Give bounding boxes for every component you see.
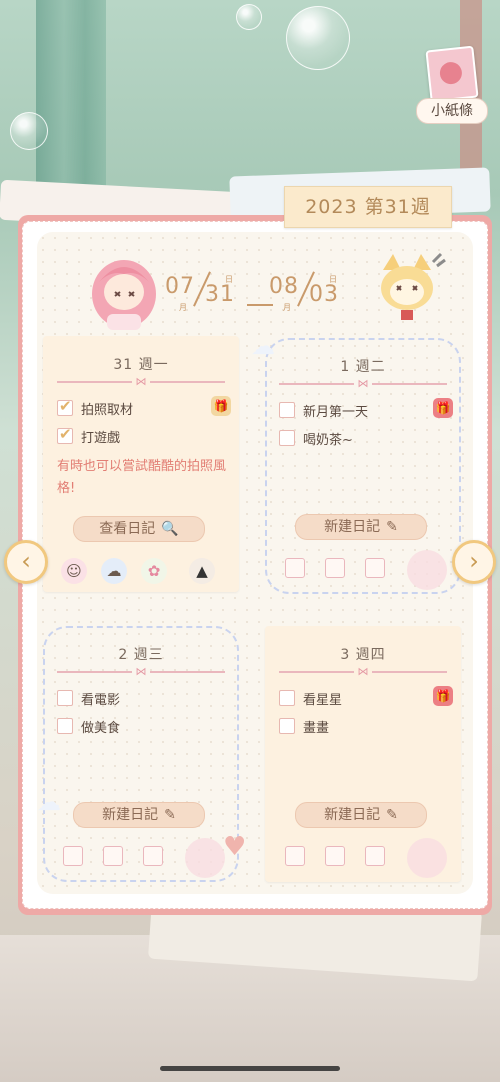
new-diary-button[interactable]: 新建日記 ✎ (295, 514, 427, 540)
photo-slot[interactable] (185, 838, 225, 878)
new-diary-button[interactable]: 新建日記 ✎ (295, 802, 427, 828)
edit-icon: ✎ (386, 807, 398, 823)
edit-icon: ✎ (386, 519, 398, 535)
task-text: 打遊戲 (81, 431, 121, 446)
task-checkbox[interactable] (279, 718, 295, 734)
end-month: 08 (269, 274, 299, 299)
heart-icon: ♥ (223, 832, 247, 862)
bow-divider: ⋈ (57, 376, 225, 388)
smiley-sticker-icon: ☺ (61, 558, 87, 584)
sticker-slot[interactable] (285, 558, 305, 578)
photo-slot[interactable] (407, 838, 447, 878)
search-icon: 🔍 (161, 521, 179, 537)
cloud-icon: ☁ (251, 332, 275, 360)
rain-cloud-sticker-icon: ☁ (101, 558, 127, 584)
note-widget-button[interactable]: 小紙條 (414, 45, 488, 124)
task-text: 喝奶茶~ (303, 433, 353, 448)
edit-icon: ✎ (164, 807, 176, 823)
new-diary-button[interactable]: 新建日記 ✎ (73, 802, 205, 828)
day-card-wednesday[interactable]: 2 週三 ⋈ 看電影 做美食 新建日記 ✎ (43, 626, 239, 882)
task-checkbox[interactable]: ✔ (57, 425, 73, 444)
bow-divider: ⋈ (279, 378, 447, 390)
task-text: 畫畫 (303, 721, 330, 736)
task-checkbox[interactable] (279, 690, 295, 706)
sticker-slot[interactable] (365, 558, 385, 578)
day-card-tuesday[interactable]: 1 週二 ⋈ 🎁 新月第一天 喝奶茶~ 新建日記 ✎ (265, 338, 461, 594)
weekly-planner-card: 07 月 日 31 08 月 日 03 31 週一 ⋈ 🎁 ✔ 拍照取材 ✔ 打… (18, 215, 492, 915)
sticker-slot[interactable] (285, 846, 305, 866)
gift-icon[interactable]: 🎁 (433, 398, 453, 418)
chevron-left-icon: ‹ (21, 547, 31, 575)
task-text: 拍照取材 (81, 403, 134, 418)
bow-icon: ⋈ (132, 376, 150, 388)
sticker-slot[interactable] (143, 846, 163, 866)
chevron-right-icon: › (469, 547, 479, 575)
day-title: 2 週三 (118, 647, 164, 663)
day-title: 1 週二 (340, 359, 386, 375)
girl-character-icon (92, 260, 156, 330)
task-checkbox[interactable] (279, 430, 295, 446)
rice-ball-sticker-icon: ▲ (189, 558, 215, 584)
button-label: 新建日記 (324, 807, 381, 823)
date-range-dash (247, 304, 273, 306)
end-month-unit: 月 (283, 303, 291, 312)
task-text: 做美食 (81, 721, 121, 736)
card-inner: 07 月 日 31 08 月 日 03 31 週一 ⋈ 🎁 ✔ 拍照取材 ✔ 打… (22, 221, 488, 909)
next-week-button[interactable]: › (452, 540, 496, 584)
day-card-thursday[interactable]: 3 週四 ⋈ 🎁 看星星 畫畫 新建日記 ✎ (265, 626, 461, 882)
task-checkbox[interactable] (57, 690, 73, 706)
bubble-decoration (236, 4, 262, 30)
home-indicator[interactable] (160, 1066, 340, 1071)
flower-sticker-icon: ✿ (141, 558, 167, 584)
sticker-slot[interactable] (365, 846, 385, 866)
bow-divider: ⋈ (57, 666, 225, 678)
day-note: 有時也可以嘗試酷酷的拍照風格! (57, 459, 227, 496)
photo-slot[interactable] (407, 550, 447, 590)
sticker-slot[interactable] (103, 846, 123, 866)
sticker-slot[interactable] (325, 558, 345, 578)
start-day: 31 (205, 282, 235, 307)
note-widget-label: 小紙條 (416, 98, 488, 124)
start-month-unit: 月 (179, 303, 187, 312)
week-label-tab: 2023 第31週 (284, 186, 452, 228)
task-checkbox[interactable] (279, 402, 295, 418)
sticker-slot[interactable] (63, 846, 83, 866)
previous-week-button[interactable]: ‹ (4, 540, 48, 584)
check-icon: ✔ (59, 425, 72, 443)
task-checkbox[interactable] (57, 718, 73, 734)
bow-icon: ⋈ (132, 666, 150, 678)
check-icon: ✔ (59, 397, 72, 415)
bubble-decoration (10, 112, 48, 150)
day-title: 3 週四 (340, 647, 386, 663)
task-checkbox[interactable]: ✔ (57, 397, 73, 416)
bow-divider: ⋈ (279, 666, 447, 678)
task-text: 看電影 (81, 693, 121, 708)
sticker-slot[interactable] (325, 846, 345, 866)
view-diary-button[interactable]: 查看日記 🔍 (73, 516, 205, 542)
gift-icon[interactable]: 🎁 (211, 396, 231, 416)
note-thumbnail (425, 45, 479, 103)
bubble-decoration (286, 6, 350, 70)
day-card-monday[interactable]: 31 週一 ⋈ 🎁 ✔ 拍照取材 ✔ 打遊戲 有時也可以嘗試酷酷的拍照風格! 查… (43, 336, 239, 592)
day-title: 31 週一 (113, 357, 169, 373)
planner-panel: 07 月 日 31 08 月 日 03 31 週一 ⋈ 🎁 ✔ 拍照取材 ✔ 打… (37, 232, 473, 894)
button-label: 新建日記 (324, 519, 381, 535)
bow-icon: ⋈ (354, 666, 372, 678)
button-label: 查看日記 (99, 521, 156, 537)
bow-icon: ⋈ (354, 378, 372, 390)
start-month: 07 (165, 274, 195, 299)
button-label: 新建日記 (102, 807, 159, 823)
end-day: 03 (309, 282, 339, 307)
cat-character-icon (381, 252, 446, 320)
task-text: 看星星 (303, 693, 343, 708)
gift-icon[interactable]: 🎁 (433, 686, 453, 706)
task-text: 新月第一天 (303, 405, 369, 420)
cloud-icon: ☁ (37, 788, 61, 816)
